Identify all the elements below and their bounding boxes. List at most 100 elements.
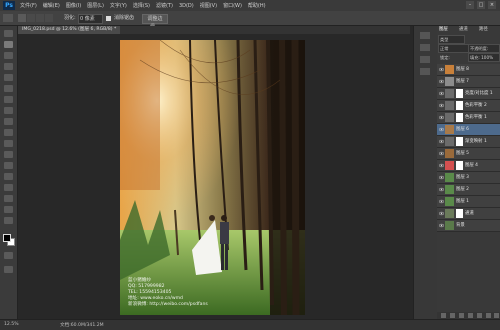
- layer-name: 图层 5: [456, 151, 469, 156]
- feather-input[interactable]: 0 像素: [78, 14, 103, 24]
- layer-row[interactable]: 图层 4: [437, 160, 500, 172]
- menu-image[interactable]: 图像(I): [66, 2, 81, 9]
- visibility-eye-icon[interactable]: [438, 187, 445, 192]
- layer-row[interactable]: 亮度/对比度 1: [437, 88, 500, 100]
- character-panel-icon[interactable]: [420, 68, 430, 75]
- blur-tool-icon[interactable]: [4, 162, 13, 169]
- layer-row[interactable]: 色彩平衡 1: [437, 112, 500, 124]
- quick-selection-tool-icon[interactable]: [4, 63, 13, 70]
- shape-tool-icon[interactable]: [4, 217, 13, 224]
- pen-tool-icon[interactable]: [4, 184, 13, 191]
- tab-paths[interactable]: 路径: [479, 26, 488, 33]
- layer-row[interactable]: 背景: [437, 220, 500, 232]
- eyedropper-tool-icon[interactable]: [4, 85, 13, 92]
- layer-name: 图层 1: [456, 199, 469, 204]
- menu-filter[interactable]: 滤镜(T): [156, 2, 173, 9]
- layer-name: 图层 8: [456, 67, 469, 72]
- type-tool-icon[interactable]: [4, 195, 13, 202]
- visibility-eye-icon[interactable]: [438, 211, 445, 216]
- add-selection-icon[interactable]: [27, 14, 35, 22]
- visibility-eye-icon[interactable]: [438, 199, 445, 204]
- opacity-field[interactable]: 不透明度: 100%: [468, 44, 500, 58]
- visibility-eye-icon[interactable]: [438, 127, 445, 132]
- foreground-color-swatch[interactable]: [3, 234, 11, 242]
- visibility-eye-icon[interactable]: [438, 91, 445, 96]
- visibility-eye-icon[interactable]: [438, 115, 445, 120]
- healing-brush-tool-icon[interactable]: [4, 96, 13, 103]
- tool-preset-icon[interactable]: [3, 14, 13, 22]
- fill-field[interactable]: 填充: 100%: [468, 53, 500, 62]
- layer-row[interactable]: 图层 5: [437, 148, 500, 160]
- subtract-selection-icon[interactable]: [36, 14, 44, 22]
- dodge-tool-icon[interactable]: [4, 173, 13, 180]
- add-mask-icon[interactable]: [459, 313, 464, 318]
- layer-row[interactable]: 通道: [437, 208, 500, 220]
- move-tool-icon[interactable]: [4, 30, 13, 37]
- menu-edit[interactable]: 编辑(E): [43, 2, 60, 9]
- refine-edge-button[interactable]: 调整边缘...: [142, 14, 168, 30]
- layer-thumbnail: [445, 125, 454, 134]
- visibility-eye-icon[interactable]: [438, 223, 445, 228]
- layer-row[interactable]: 图层 7: [437, 76, 500, 88]
- visibility-eye-icon[interactable]: [438, 79, 445, 84]
- layer-row[interactable]: 图层 1: [437, 196, 500, 208]
- document-tab[interactable]: IMG_0218.psd @ 12.6% (图层 6, RGB/8) *: [18, 26, 121, 34]
- photoshop-logo: Ps: [3, 1, 15, 10]
- trash-icon[interactable]: [494, 313, 499, 318]
- zoom-level[interactable]: 12.5%: [4, 322, 19, 327]
- layer-row[interactable]: 图层 8: [437, 64, 500, 76]
- tab-channels[interactable]: 通道: [459, 26, 468, 33]
- history-panel-icon[interactable]: [420, 32, 430, 39]
- eraser-tool-icon[interactable]: [4, 140, 13, 147]
- menu-3d[interactable]: 3D(D): [179, 3, 194, 9]
- minimize-button[interactable]: –: [466, 1, 474, 9]
- path-selection-tool-icon[interactable]: [4, 206, 13, 213]
- menu-file[interactable]: 文件(F): [20, 2, 37, 9]
- crop-tool-icon[interactable]: [4, 74, 13, 81]
- menu-view[interactable]: 视图(V): [200, 2, 217, 9]
- gradient-tool-icon[interactable]: [4, 151, 13, 158]
- layer-kind-filter[interactable]: 类型: [438, 35, 465, 44]
- layer-row[interactable]: 图层 3: [437, 172, 500, 184]
- document-photo[interactable]: 蓝小猪婚纱 QQ: 517999982 TEL: 15594153405 地址:…: [120, 40, 305, 315]
- new-group-icon[interactable]: [477, 313, 482, 318]
- clone-stamp-tool-icon[interactable]: [4, 118, 13, 125]
- layer-name: 图层 4: [465, 163, 478, 168]
- visibility-eye-icon[interactable]: [438, 151, 445, 156]
- menu-help[interactable]: 帮助(H): [248, 2, 266, 9]
- brush-tool-icon[interactable]: [4, 107, 13, 114]
- new-selection-icon[interactable]: [18, 14, 26, 22]
- screen-mode-icon[interactable]: [4, 266, 13, 273]
- layer-row[interactable]: 色彩平衡 2: [437, 100, 500, 112]
- tab-layers[interactable]: 图层: [439, 26, 448, 33]
- visibility-eye-icon[interactable]: [438, 103, 445, 108]
- menu-type[interactable]: 文字(Y): [110, 2, 127, 9]
- quick-mask-icon[interactable]: [4, 252, 13, 259]
- visibility-eye-icon[interactable]: [438, 175, 445, 180]
- layer-row[interactable]: 图层 6: [437, 124, 500, 136]
- blend-mode-select[interactable]: 正常: [438, 44, 469, 53]
- maximize-button[interactable]: □: [477, 1, 485, 9]
- marquee-tool-icon[interactable]: [4, 41, 13, 48]
- visibility-eye-icon[interactable]: [438, 139, 445, 144]
- adjustment-layer-icon[interactable]: [468, 313, 473, 318]
- menu-select[interactable]: 选择(S): [133, 2, 150, 9]
- close-button[interactable]: ×: [488, 1, 496, 9]
- menu-window[interactable]: 窗口(W): [223, 2, 242, 9]
- layer-row[interactable]: 渐变映射 1: [437, 136, 500, 148]
- layer-style-icon[interactable]: [450, 313, 455, 318]
- adjustments-panel-icon[interactable]: [420, 56, 430, 63]
- history-brush-tool-icon[interactable]: [4, 129, 13, 136]
- intersect-selection-icon[interactable]: [45, 14, 53, 22]
- visibility-eye-icon[interactable]: [438, 163, 445, 168]
- menu-layer[interactable]: 图层(L): [87, 2, 104, 9]
- visibility-eye-icon[interactable]: [438, 67, 445, 72]
- new-layer-icon[interactable]: [486, 313, 491, 318]
- lasso-tool-icon[interactable]: [4, 52, 13, 59]
- layer-mask-thumbnail: [456, 209, 463, 218]
- layer-thumbnail: [445, 209, 454, 218]
- layer-row[interactable]: 图层 2: [437, 184, 500, 196]
- antialias-checkbox[interactable]: [106, 16, 111, 21]
- link-layers-icon[interactable]: [441, 313, 446, 318]
- properties-panel-icon[interactable]: [420, 44, 430, 51]
